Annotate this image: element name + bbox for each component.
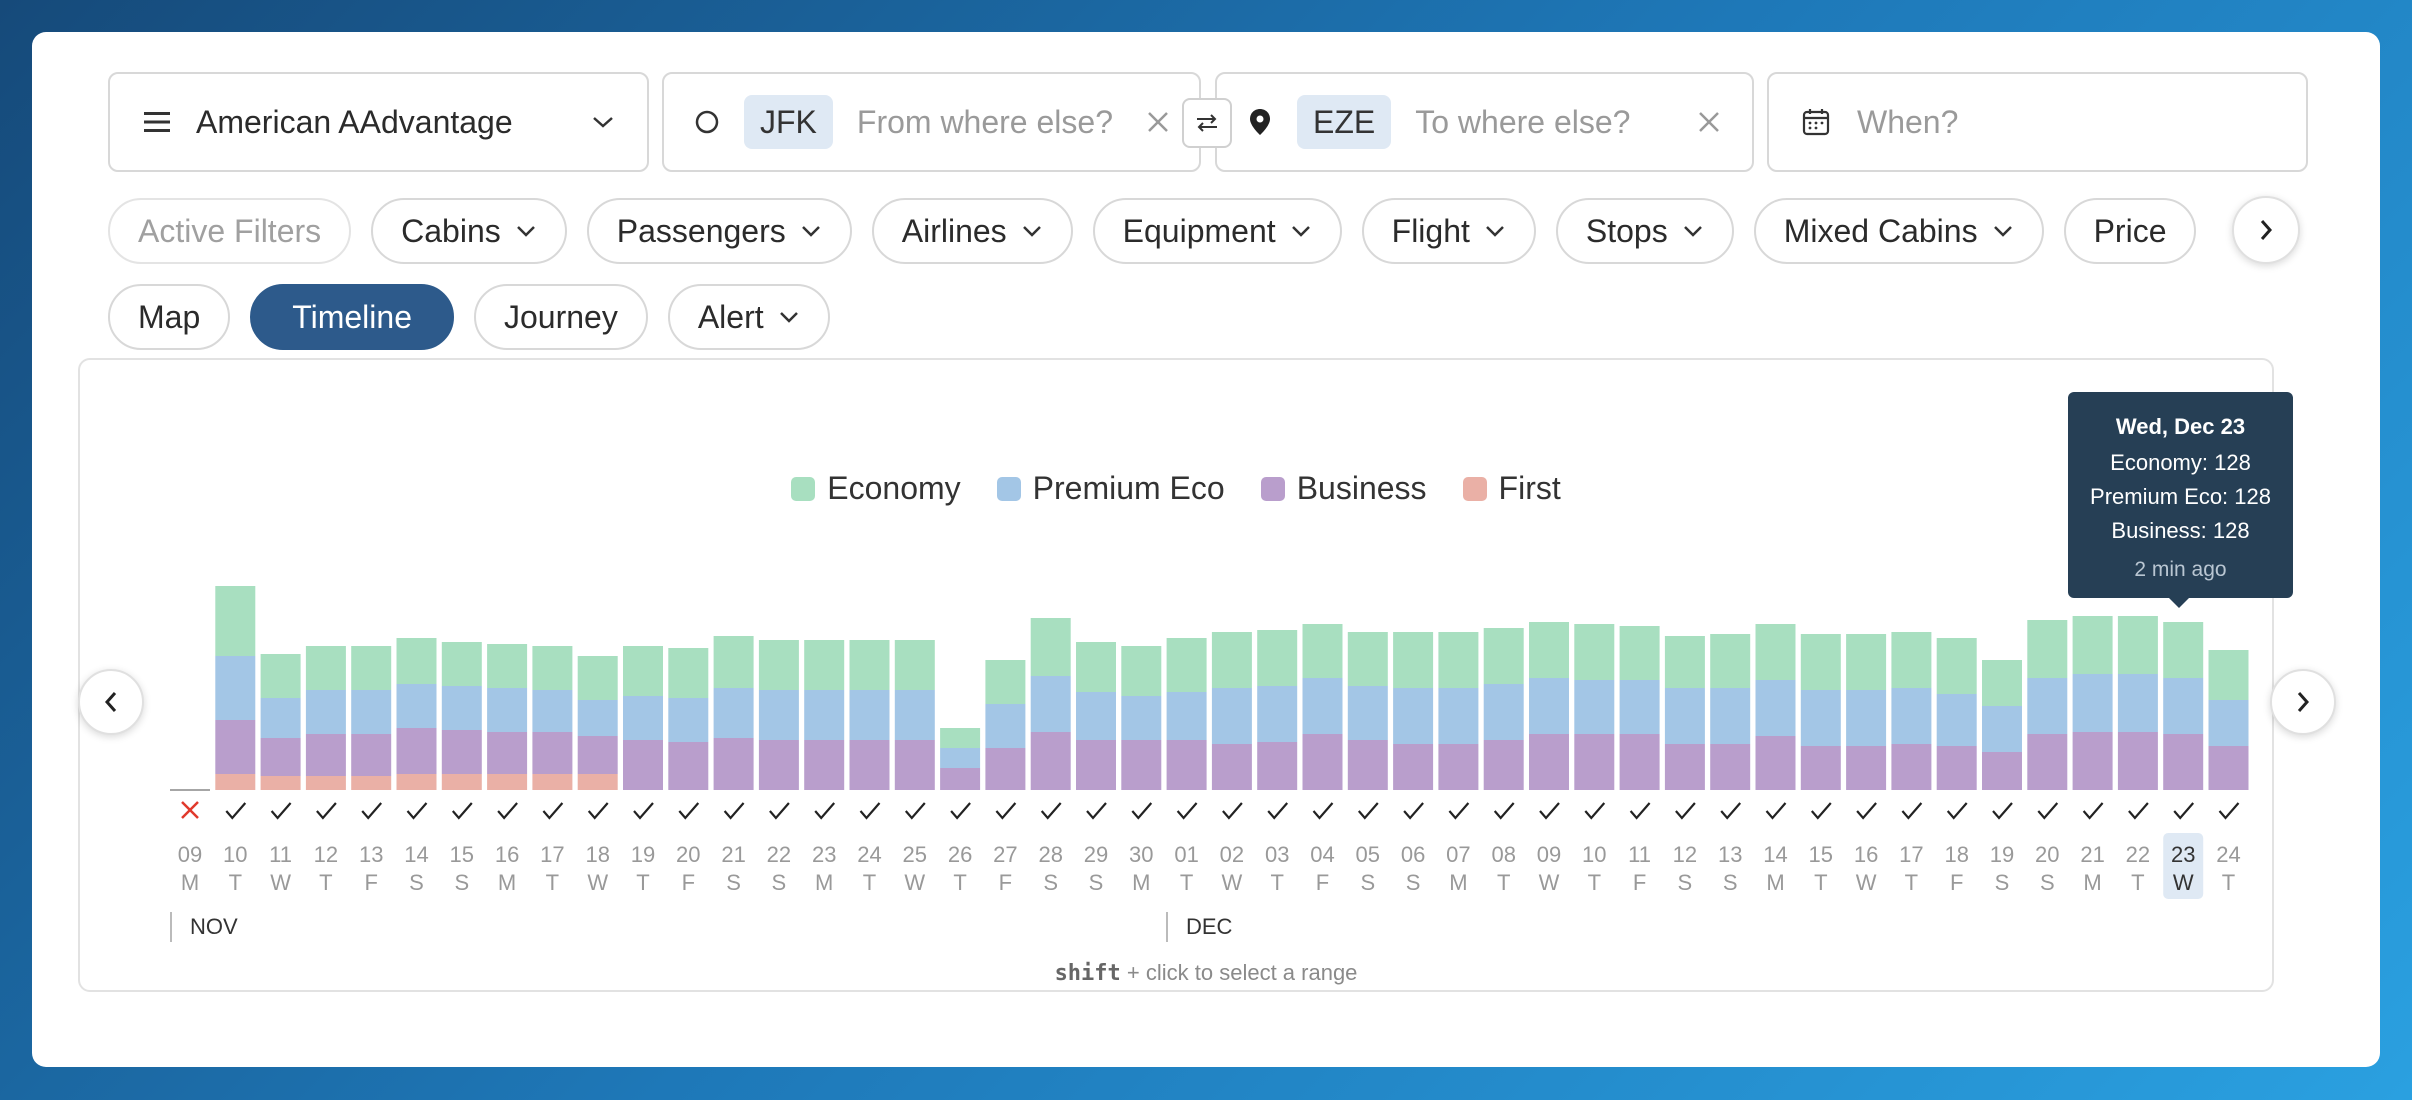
pill-label: Stops — [1585, 212, 1668, 249]
origin-code-chip[interactable]: JFK — [744, 95, 833, 149]
destination-field[interactable]: EZE To where else? — [1215, 72, 1754, 172]
day-tooltip: Wed, Dec 23 Economy: 128 Premium Eco: 12… — [2068, 392, 2293, 608]
clear-destination-icon[interactable] — [1696, 109, 1722, 135]
pill-label: Airlines — [901, 212, 1007, 249]
next-range-button[interactable] — [2270, 669, 2336, 735]
legend-label: Premium Eco — [1032, 470, 1225, 506]
date-input[interactable]: When? — [1857, 104, 1958, 141]
airlines-filter[interactable]: Airlines — [871, 198, 1073, 264]
map-view-button[interactable]: Map — [108, 284, 231, 350]
range-select-hint: shift + click to select a range — [0, 960, 2412, 986]
legend-label: Business — [1296, 470, 1427, 506]
location-pin-icon — [1250, 109, 1270, 135]
tooltip-updated: 2 min ago — [2134, 558, 2227, 581]
chevron-down-icon — [516, 226, 535, 237]
month-label-dec: DEC — [1166, 912, 1232, 942]
chevron-down-icon — [1291, 226, 1310, 237]
pill-label: Timeline — [292, 298, 412, 335]
filter-bar: Active Filters Cabins Passengers Airline… — [108, 196, 2303, 266]
timeline-view-button[interactable]: Timeline — [250, 284, 454, 350]
program-select[interactable]: American AAdvantage — [108, 72, 649, 172]
chevron-down-icon — [1486, 226, 1504, 237]
chevron-down-icon — [1022, 226, 1041, 237]
swap-arrows-icon — [1197, 114, 1217, 132]
premium-swatch — [996, 476, 1021, 501]
chevron-left-icon — [104, 692, 117, 712]
pill-label: Cabins — [401, 212, 501, 249]
destination-code-chip[interactable]: EZE — [1297, 95, 1392, 149]
date-field[interactable]: When? — [1767, 72, 2308, 172]
calendar-icon — [1802, 109, 1830, 136]
tooltip-economy: Economy: 128 — [2110, 450, 2251, 475]
chevron-down-icon — [801, 226, 820, 237]
tooltip-date: Wed, Dec 23 — [2115, 414, 2246, 439]
pill-label: Active Filters — [138, 212, 322, 249]
business-swatch — [1260, 476, 1285, 501]
journey-view-button[interactable]: Journey — [473, 284, 648, 350]
scroll-filters-right-button[interactable] — [2232, 196, 2300, 264]
legend-premium-eco[interactable]: Premium Eco — [996, 470, 1225, 507]
active-filters-pill[interactable]: Active Filters — [108, 198, 352, 264]
pill-label: Equipment — [1122, 212, 1276, 249]
pill-label: Price — [2093, 212, 2167, 249]
price-filter[interactable]: Price — [2063, 198, 2197, 264]
chevron-down-icon — [593, 117, 613, 128]
program-label: American AAdvantage — [196, 103, 513, 140]
legend-label: First — [1498, 470, 1561, 506]
origin-field[interactable]: JFK From where else? — [662, 72, 1201, 172]
legend-economy[interactable]: Economy — [791, 470, 961, 507]
tooltip-business: Business: 128 — [2111, 518, 2250, 543]
previous-range-button[interactable] — [78, 669, 144, 735]
chevron-down-icon — [779, 312, 798, 323]
view-switcher: Map Timeline Journey Alert — [108, 284, 850, 350]
pill-label: Flight — [1391, 212, 1470, 249]
chart-legend: Economy Premium Eco Business First — [80, 470, 2272, 507]
equipment-filter[interactable]: Equipment — [1092, 198, 1342, 264]
chevron-right-icon — [2260, 220, 2273, 240]
economy-swatch — [791, 476, 816, 501]
legend-label: Economy — [827, 470, 961, 506]
flight-filter[interactable]: Flight — [1361, 198, 1536, 264]
first-swatch — [1462, 476, 1487, 501]
chevron-right-icon — [2297, 692, 2310, 712]
pill-label: Passengers — [616, 212, 786, 249]
menu-icon — [144, 112, 170, 132]
mixed-cabins-filter[interactable]: Mixed Cabins — [1753, 198, 2044, 264]
legend-business[interactable]: Business — [1260, 470, 1427, 507]
stops-filter[interactable]: Stops — [1555, 198, 1734, 264]
destination-input[interactable]: To where else? — [1415, 104, 1630, 141]
swap-button[interactable] — [1182, 98, 1232, 148]
hint-text: + click to select a range — [1120, 960, 1358, 985]
chevron-down-icon — [1993, 226, 2012, 237]
pill-label: Map — [138, 298, 201, 335]
shift-key: shift — [1054, 961, 1121, 986]
chevron-down-icon — [1683, 226, 1702, 237]
clear-origin-icon[interactable] — [1145, 109, 1171, 135]
pill-label: Journey — [503, 298, 618, 335]
legend-first[interactable]: First — [1462, 470, 1561, 507]
circle-icon — [695, 110, 719, 134]
alert-button[interactable]: Alert — [667, 284, 830, 350]
cabins-filter[interactable]: Cabins — [371, 198, 567, 264]
origin-input[interactable]: From where else? — [857, 104, 1113, 141]
passengers-filter[interactable]: Passengers — [586, 198, 852, 264]
month-label-nov: NOV — [170, 912, 238, 942]
timeline-chart-card: Economy Premium Eco Business First — [78, 358, 2274, 992]
pill-label: Alert — [697, 298, 764, 335]
tooltip-premium: Premium Eco: 128 — [2090, 484, 2271, 509]
pill-label: Mixed Cabins — [1783, 212, 1978, 249]
